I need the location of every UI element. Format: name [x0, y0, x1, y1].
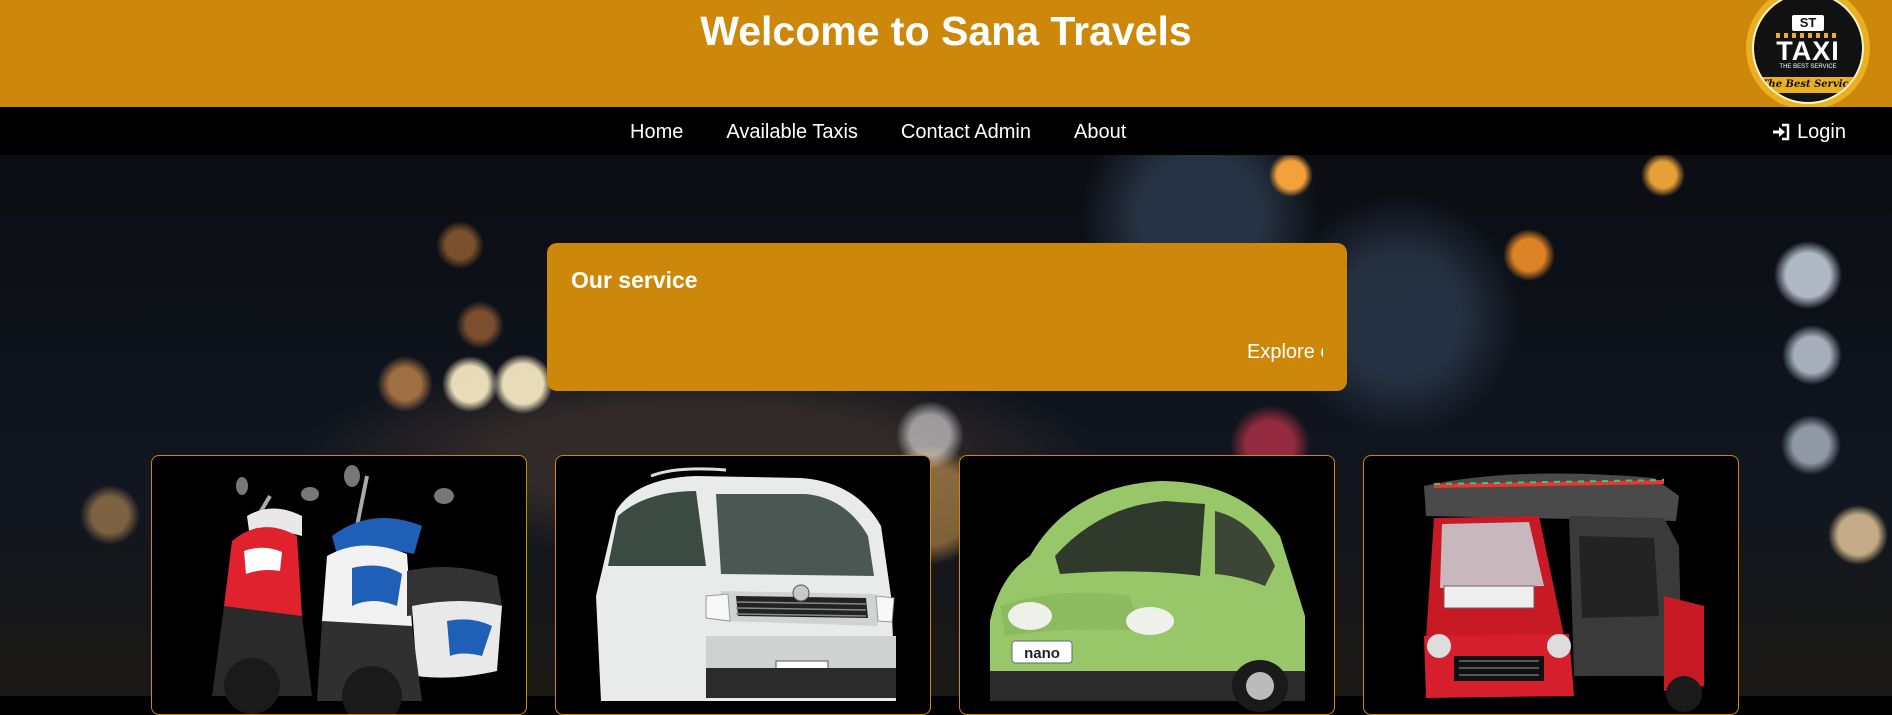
site-header: Welcome to Sana Travels ST TAXI THE BEST… — [0, 0, 1892, 110]
service-title: Our service — [571, 267, 698, 293]
logo-tagline: THE BEST SERVICE — [1779, 64, 1837, 70]
service-panel: Our service Explore ou — [547, 243, 1347, 391]
nav-available-taxis[interactable]: Available Taxis — [726, 120, 858, 144]
page-title: Welcome to Sana Travels — [700, 8, 1192, 54]
nav-home[interactable]: Home — [630, 120, 683, 144]
nav-links: Home Available Taxis Contact Admin About — [630, 120, 1126, 144]
vehicle-card-van[interactable] — [555, 455, 931, 715]
nav-contact-admin[interactable]: Contact Admin — [901, 120, 1031, 144]
plate-text: nano — [1024, 645, 1060, 662]
logo-taxi-text: TAXI — [1776, 36, 1840, 66]
navbar: Home Available Taxis Contact Admin About… — [0, 107, 1892, 155]
tuktuk-image — [1424, 473, 1704, 712]
login-link[interactable]: Login — [1771, 120, 1846, 144]
nav-about[interactable]: About — [1074, 120, 1126, 144]
vehicle-card-car[interactable]: nano — [959, 455, 1335, 715]
sign-in-icon — [1773, 123, 1790, 141]
vehicle-card-tuktuk[interactable] — [1363, 455, 1739, 715]
logo-st-text: ST — [1791, 15, 1825, 31]
taxi-logo[interactable]: ST TAXI THE BEST SERVICE The Best Servic… — [1746, 0, 1870, 110]
van-image — [596, 467, 896, 701]
vehicle-card-scooter[interactable] — [151, 455, 527, 715]
scooter-image — [212, 465, 502, 714]
marquee-text: Explore ou — [1247, 341, 1323, 363]
logo-badge: ST TAXI THE BEST SERVICE The Best Servic… — [1752, 0, 1864, 104]
service-marquee: Explore ou — [571, 339, 1323, 365]
login-label: Login — [1797, 121, 1846, 143]
car-image: nano — [990, 481, 1305, 712]
logo-banner-text: The Best Service — [1754, 77, 1862, 93]
